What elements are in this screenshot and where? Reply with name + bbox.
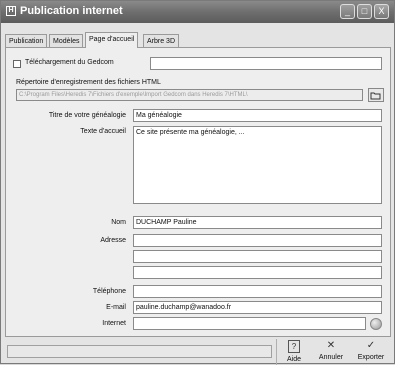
help-icon: ?: [288, 340, 300, 353]
minimize-button[interactable]: _: [340, 4, 355, 19]
aide-label: Aide: [286, 356, 301, 363]
gedcom-label: Téléchargement du Gedcom: [25, 59, 114, 66]
telephone-field[interactable]: [133, 285, 382, 298]
annuler-button[interactable]: ✕ Annuler: [316, 339, 346, 365]
nom-label: Nom: [111, 219, 126, 226]
texte-accueil-label: Texte d'accueil: [80, 128, 126, 135]
internet-field[interactable]: [133, 317, 366, 330]
exporter-label: Exporter: [357, 354, 385, 361]
toolbar-separator: [276, 339, 277, 365]
checkmark-icon: ✓: [366, 340, 376, 351]
adresse-line-1[interactable]: [133, 234, 382, 247]
title-bar: H Publication internet _ □ X: [1, 1, 394, 23]
adresse-label: Adresse: [100, 237, 126, 244]
texte-accueil-field[interactable]: Ce site présente ma généalogie, ...: [133, 126, 382, 204]
gedcom-field[interactable]: [150, 57, 382, 70]
app-icon: H: [6, 6, 16, 16]
aide-button[interactable]: ? Aide: [279, 339, 309, 365]
tab-modeles[interactable]: Modèles: [49, 34, 84, 47]
html-dir-label: Répertoire d'enregistrement des fichiers…: [16, 79, 161, 86]
gedcom-checkbox[interactable]: [13, 60, 21, 68]
adresse-line-2[interactable]: [133, 250, 382, 263]
window-title: Publication internet: [20, 5, 123, 17]
annuler-label: Annuler: [318, 354, 344, 361]
internet-round-button[interactable]: [370, 318, 382, 330]
email-field[interactable]: pauline.duchamp@wanadoo.fr: [133, 301, 382, 314]
tab-page-accueil[interactable]: Page d'accueil: [85, 32, 139, 48]
email-label: E-mail: [106, 304, 126, 311]
titre-field[interactable]: Ma généalogie: [133, 109, 382, 122]
close-button[interactable]: X: [374, 4, 389, 19]
html-dir-field: C:\Program Files\Heredis 7\Fichiers d'ex…: [16, 89, 363, 101]
tab-publication[interactable]: Publication: [5, 34, 48, 47]
cancel-icon: ✕: [326, 340, 336, 351]
status-bar: [7, 345, 272, 358]
browse-folder-button[interactable]: [368, 88, 384, 102]
exporter-button[interactable]: ✓ Exporter: [356, 339, 386, 365]
publication-window: H Publication internet _ □ X Publication…: [0, 0, 395, 365]
folder-icon: [370, 92, 381, 100]
tab-panel: Téléchargement du Gedcom Répertoire d'en…: [5, 47, 391, 337]
internet-label: Internet: [102, 320, 126, 327]
telephone-label: Téléphone: [92, 288, 126, 295]
maximize-button[interactable]: □: [357, 4, 372, 19]
adresse-line-3[interactable]: [133, 266, 382, 279]
nom-field[interactable]: DUCHAMP Pauline: [133, 216, 382, 229]
titre-label: Titre de votre généalogie: [48, 112, 126, 119]
tab-arbre-3d[interactable]: Arbre 3D: [143, 34, 180, 47]
